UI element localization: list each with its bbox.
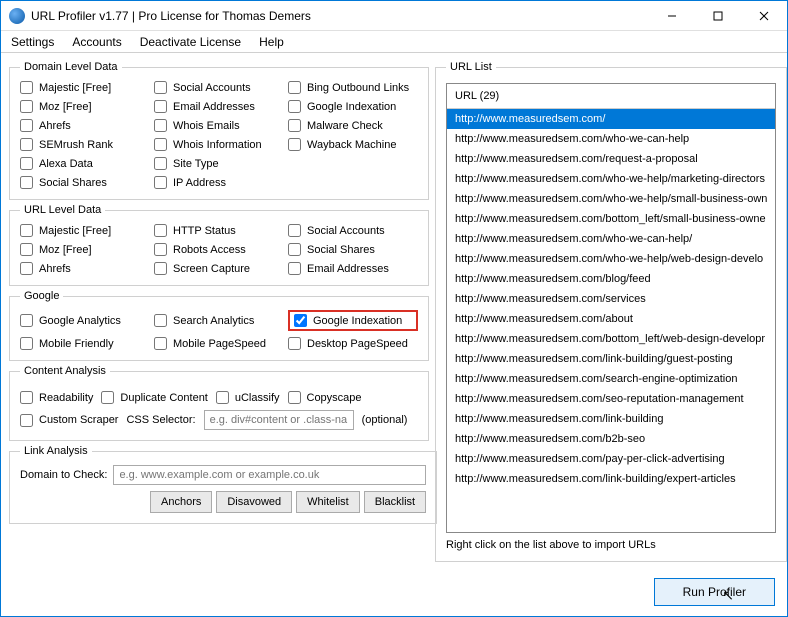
url-list-item[interactable]: http://www.measuredsem.com/bottom_left/w… [447, 329, 775, 349]
close-button[interactable] [741, 1, 787, 31]
url-list-item[interactable]: http://www.measuredsem.com/about [447, 309, 775, 329]
url-list-item[interactable]: http://www.measuredsem.com/who-we-can-he… [447, 129, 775, 149]
checkbox-http-status[interactable]: HTTP Status [154, 224, 284, 237]
checkbox-screen-capture[interactable]: Screen Capture [154, 262, 284, 275]
url-list-item[interactable]: http://www.measuredsem.com/link-building… [447, 349, 775, 369]
css-selector-label: CSS Selector: [126, 414, 195, 426]
checkbox-duplicate-content[interactable]: Duplicate Content [101, 391, 207, 404]
link-legend: Link Analysis [20, 445, 92, 457]
disavowed-button[interactable]: Disavowed [216, 491, 292, 513]
checkbox-google-indexation[interactable]: Google Indexation [288, 100, 418, 113]
checkbox-ahrefs[interactable]: Ahrefs [20, 119, 150, 132]
checkbox-bing-outbound-links[interactable]: Bing Outbound Links [288, 81, 418, 94]
url-list-item[interactable]: http://www.measuredsem.com/seo-reputatio… [447, 389, 775, 409]
url-list-item[interactable]: http://www.measuredsem.com/b2b-seo [447, 429, 775, 449]
minimize-button[interactable] [649, 1, 695, 31]
domain-to-check-label: Domain to Check: [20, 469, 107, 481]
url-list-header[interactable]: URL (29) [447, 84, 775, 109]
checkbox-moz-free-[interactable]: Moz [Free] [20, 243, 150, 256]
url-list-item[interactable]: http://www.measuredsem.com/request-a-pro… [447, 149, 775, 169]
checkbox-ip-address[interactable]: IP Address [154, 176, 284, 189]
checkbox-site-type[interactable]: Site Type [154, 157, 284, 170]
url-list[interactable]: URL (29) http://www.measuredsem.com/http… [446, 83, 776, 533]
url-list-item[interactable]: http://www.measuredsem.com/search-engine… [447, 369, 775, 389]
whitelist-button[interactable]: Whitelist [296, 491, 360, 513]
checkbox-uclassify[interactable]: uClassify [216, 391, 280, 404]
checkbox-majestic-free-[interactable]: Majestic [Free] [20, 81, 150, 94]
url-list-item[interactable]: http://www.measuredsem.com/services [447, 289, 775, 309]
domain-to-check-input[interactable] [113, 465, 426, 485]
optional-label: (optional) [362, 414, 408, 426]
url-list-item[interactable]: http://www.measuredsem.com/blog/feed [447, 269, 775, 289]
menu-help[interactable]: Help [259, 35, 284, 49]
run-profiler-button[interactable]: Run Profiler ↖ [654, 578, 775, 606]
checkbox-copyscape[interactable]: Copyscape [288, 391, 362, 404]
url-list-item[interactable]: http://www.measuredsem.com/who-we-help/s… [447, 189, 775, 209]
checkbox-social-accounts[interactable]: Social Accounts [288, 224, 418, 237]
blacklist-button[interactable]: Blacklist [364, 491, 426, 513]
url-list-hint: Right click on the list above to import … [446, 539, 776, 551]
maximize-button[interactable] [695, 1, 741, 31]
url-list-item[interactable]: http://www.measuredsem.com/link-building [447, 409, 775, 429]
google-group: Google Google AnalyticsSearch Analytics G… [9, 290, 429, 361]
url-legend: URL Level Data [20, 204, 105, 216]
checkbox-desktop-pagespeed[interactable]: Desktop PageSpeed [288, 337, 418, 350]
checkbox-malware-check[interactable]: Malware Check [288, 119, 418, 132]
anchors-button[interactable]: Anchors [150, 491, 212, 513]
checkbox-social-shares[interactable]: Social Shares [20, 176, 150, 189]
link-analysis-group: Link Analysis Domain to Check: AnchorsDi… [9, 445, 437, 524]
checkbox-whois-information[interactable]: Whois Information [154, 138, 284, 151]
checkbox-wayback-machine[interactable]: Wayback Machine [288, 138, 418, 151]
url-list-item[interactable]: http://www.measuredsem.com/who-we-help/w… [447, 249, 775, 269]
menu-settings[interactable]: Settings [11, 35, 54, 49]
window-title: URL Profiler v1.77 | Pro License for Tho… [31, 9, 649, 23]
url-list-item[interactable]: http://www.measuredsem.com/who-we-can-he… [447, 229, 775, 249]
checkbox-robots-access[interactable]: Robots Access [154, 243, 284, 256]
checkbox-mobile-pagespeed[interactable]: Mobile PageSpeed [154, 337, 284, 350]
url-list-item[interactable]: http://www.measuredsem.com/ [447, 109, 775, 129]
checkbox-search-analytics[interactable]: Search Analytics [154, 310, 284, 331]
checkbox-ahrefs[interactable]: Ahrefs [20, 262, 150, 275]
checkbox-social-shares[interactable]: Social Shares [288, 243, 418, 256]
menu-deactivate-license[interactable]: Deactivate License [140, 35, 241, 49]
url-list-group: URL List URL (29) http://www.measuredsem… [435, 61, 787, 562]
checkbox-readability[interactable]: Readability [20, 391, 93, 404]
url-list-item[interactable]: http://www.measuredsem.com/link-building… [447, 469, 775, 489]
url-level-data-group: URL Level Data Majestic [Free] HTTP Statu… [9, 204, 429, 286]
checkbox-whois-emails[interactable]: Whois Emails [154, 119, 284, 132]
domain-legend: Domain Level Data [20, 61, 122, 73]
domain-level-data-group: Domain Level Data Majestic [Free] Social … [9, 61, 429, 200]
checkbox-semrush-rank[interactable]: SEMrush Rank [20, 138, 150, 151]
app-icon [9, 8, 25, 24]
content-legend: Content Analysis [20, 365, 110, 377]
checkbox-email-addresses[interactable]: Email Addresses [288, 262, 418, 275]
custom-scraper-checkbox[interactable]: Custom Scraper [20, 414, 118, 427]
url-list-item[interactable]: http://www.measuredsem.com/who-we-help/m… [447, 169, 775, 189]
checkbox-google-analytics[interactable]: Google Analytics [20, 310, 150, 331]
urllist-legend: URL List [446, 61, 496, 73]
menubar: Settings Accounts Deactivate License Hel… [1, 31, 787, 53]
checkbox-google-indexation[interactable]: Google Indexation [294, 314, 402, 327]
google-legend: Google [20, 290, 63, 302]
checkbox-social-accounts[interactable]: Social Accounts [154, 81, 284, 94]
checkbox-email-addresses[interactable]: Email Addresses [154, 100, 284, 113]
url-list-item[interactable]: http://www.measuredsem.com/pay-per-click… [447, 449, 775, 469]
url-list-item[interactable]: http://www.measuredsem.com/bottom_left/s… [447, 209, 775, 229]
checkbox-moz-free-[interactable]: Moz [Free] [20, 100, 150, 113]
menu-accounts[interactable]: Accounts [72, 35, 121, 49]
css-selector-input[interactable] [204, 410, 354, 430]
checkbox-alexa-data[interactable]: Alexa Data [20, 157, 150, 170]
checkbox-majestic-free-[interactable]: Majestic [Free] [20, 224, 150, 237]
titlebar: URL Profiler v1.77 | Pro License for Tho… [1, 1, 787, 31]
checkbox-mobile-friendly[interactable]: Mobile Friendly [20, 337, 150, 350]
content-analysis-group: Content Analysis Readability Duplicate Co… [9, 365, 429, 441]
